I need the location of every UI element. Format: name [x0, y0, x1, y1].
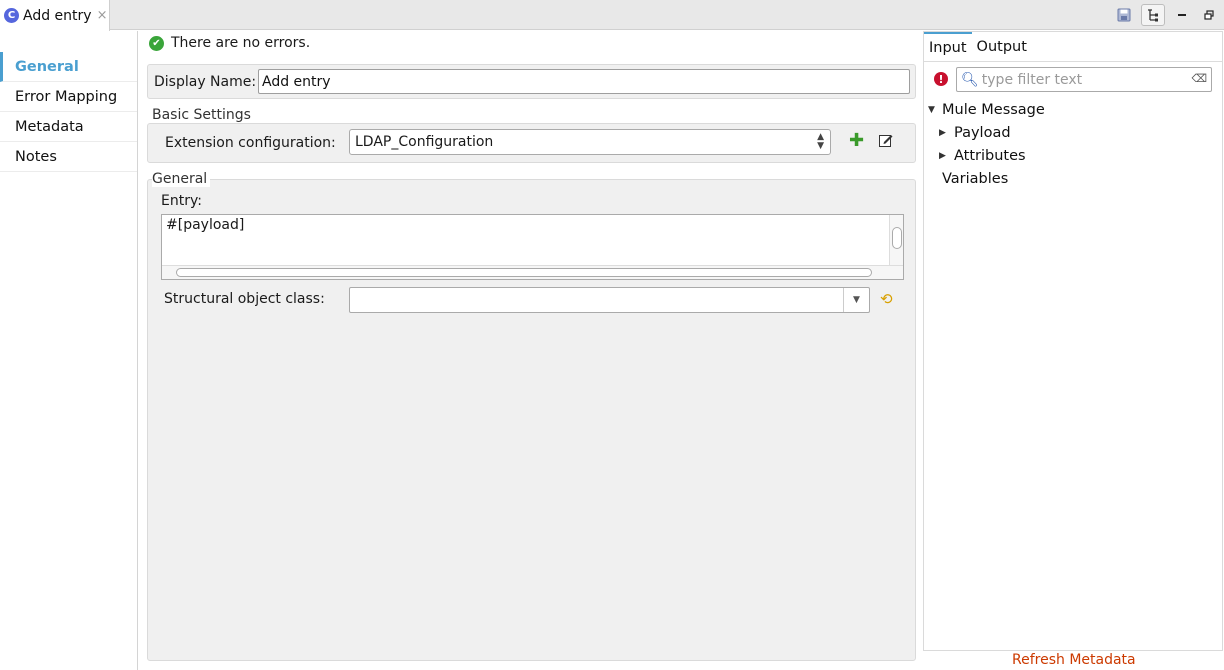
connector-icon: C	[4, 8, 19, 23]
display-name-input[interactable]	[258, 69, 910, 94]
structural-object-class-combo[interactable]: ▼	[349, 287, 870, 313]
save-button[interactable]	[1112, 4, 1136, 26]
extension-configuration-value: LDAP_Configuration	[355, 134, 494, 150]
clear-icon[interactable]: ⌫	[1191, 72, 1207, 85]
metadata-tabs: Input Output	[924, 32, 1222, 62]
vertical-scrollbar[interactable]	[889, 215, 903, 265]
minimize-button[interactable]	[1170, 4, 1194, 26]
tab-input[interactable]: Input	[924, 32, 972, 61]
tree-label: Variables	[942, 171, 1009, 187]
check-circle-icon: ✔	[149, 35, 164, 51]
sidebar-list: General Error Mapping Metadata Notes	[0, 52, 137, 172]
tree-label: Mule Message	[942, 102, 1045, 118]
entry-label: Entry:	[161, 193, 202, 209]
collapsed-arrow-icon[interactable]: ▶	[939, 128, 951, 138]
expanded-arrow-icon[interactable]: ▼	[928, 105, 940, 115]
refresh-metadata-link[interactable]: Refresh Metadata	[1012, 652, 1136, 668]
sidebar-item-metadata[interactable]: Metadata	[0, 112, 137, 142]
general-title: General	[152, 171, 211, 187]
extension-configuration-select[interactable]: LDAP_Configuration ▲ ▼	[349, 129, 831, 155]
close-icon[interactable]: ×	[97, 8, 108, 23]
entry-value: #[payload]	[166, 217, 245, 233]
horizontal-scrollbar[interactable]	[162, 265, 903, 279]
edit-icon	[879, 135, 893, 147]
edit-configuration-button[interactable]	[878, 132, 894, 148]
tree-label: Payload	[954, 125, 1011, 141]
tab-add-entry[interactable]: C Add entry ×	[0, 0, 110, 31]
display-name-panel: Display Name:	[147, 64, 916, 99]
properties-form: ✔ There are no errors. Display Name: Ext…	[147, 31, 916, 670]
general-group: Entry: #[payload] Structural object clas…	[147, 179, 916, 661]
filter-box[interactable]: 🔍︎ ⌫	[956, 67, 1212, 92]
tab-title: Add entry	[23, 7, 92, 24]
editor-tab-bar: C Add entry ×	[0, 0, 1224, 31]
sidebar: General Error Mapping Metadata Notes	[0, 31, 138, 670]
filter-input[interactable]	[981, 71, 1192, 88]
toggle-tree-button[interactable]	[1141, 4, 1165, 26]
tree-item-variables[interactable]: Variables	[942, 171, 1008, 187]
basic-settings-group: Extension configuration: LDAP_Configurat…	[147, 123, 916, 163]
tree-item-attributes[interactable]: ▶ Attributes	[939, 148, 1026, 164]
display-name-label: Display Name:	[154, 74, 257, 90]
scroll-thumb[interactable]	[176, 268, 872, 277]
updown-arrows-icon: ▲ ▼	[817, 132, 824, 151]
scroll-thumb[interactable]	[892, 227, 902, 249]
chevron-down-icon[interactable]: ▼	[843, 288, 869, 312]
tree-item-payload[interactable]: ▶ Payload	[939, 125, 1011, 141]
save-icon	[1117, 8, 1131, 22]
tree-icon	[1148, 9, 1158, 22]
tree-label: Attributes	[954, 148, 1026, 164]
tab-output[interactable]: Output	[972, 32, 1032, 61]
metadata-panel: Input Output ! 🔍︎ ⌫ ▼ Mule Message ▶ Pay…	[923, 31, 1223, 651]
status-message: ✔ There are no errors.	[149, 35, 310, 51]
collapsed-arrow-icon[interactable]: ▶	[939, 151, 951, 161]
sidebar-item-general[interactable]: General	[0, 52, 137, 82]
entry-textarea[interactable]: #[payload]	[161, 214, 904, 280]
minimize-icon	[1178, 14, 1186, 16]
refresh-icon[interactable]: ⟲	[880, 291, 896, 307]
sidebar-item-error-mapping[interactable]: Error Mapping	[0, 82, 137, 112]
extension-configuration-label: Extension configuration:	[165, 135, 336, 151]
sidebar-item-notes[interactable]: Notes	[0, 142, 137, 172]
restore-button[interactable]	[1197, 4, 1221, 26]
basic-settings-title: Basic Settings	[152, 107, 254, 123]
error-icon: !	[934, 72, 948, 86]
restore-icon	[1204, 10, 1214, 20]
add-configuration-button[interactable]: ✚	[849, 132, 864, 150]
tree-item-mule-message[interactable]: ▼ Mule Message	[928, 102, 1045, 118]
search-icon: 🔍︎	[961, 71, 979, 88]
status-text: There are no errors.	[171, 35, 311, 51]
structural-object-class-label: Structural object class:	[164, 291, 325, 307]
